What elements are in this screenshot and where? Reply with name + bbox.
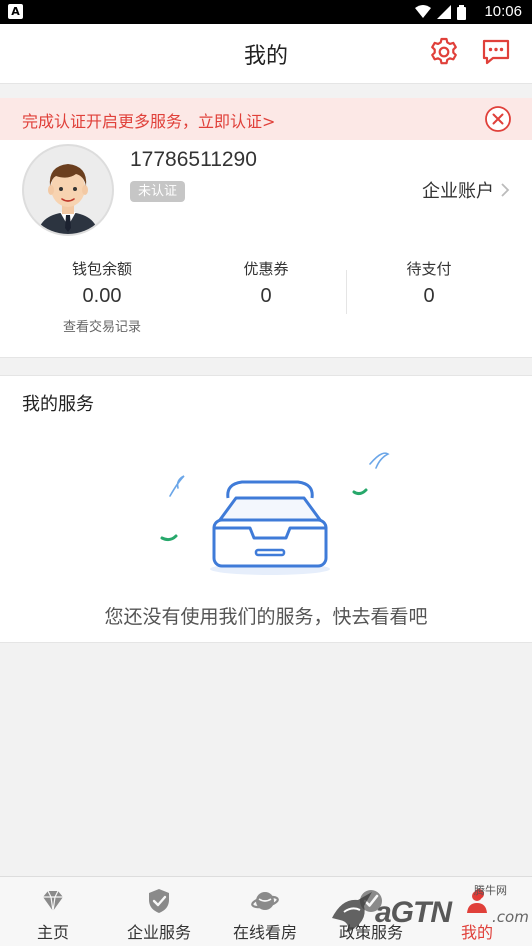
planet-icon xyxy=(251,892,279,910)
app-header: 我的 xyxy=(0,24,532,84)
diamond-icon xyxy=(43,890,63,912)
verification-banner[interactable]: 完成认证开启更多服务，立即认证> xyxy=(0,98,532,140)
divider xyxy=(346,270,347,314)
bottom-tab-bar: 主页 企业服务 在线看房 政策服务 我的 xyxy=(0,876,532,946)
status-icons xyxy=(415,4,466,20)
section-title: 我的服务 xyxy=(22,394,94,415)
tab-label: 主页 xyxy=(36,923,69,942)
pending-payment-stat[interactable]: 待支付 0 xyxy=(349,258,509,308)
tab-enterprise-services[interactable]: 企业服务 xyxy=(106,877,212,946)
stat-value: 0.00 xyxy=(82,285,122,307)
notification-dot xyxy=(474,889,484,899)
status-bar: A 10:06 xyxy=(0,0,532,24)
stat-label: 优惠券 xyxy=(243,260,289,278)
my-services-section: 我的服务 您还没有使用我们的服务，快去看看吧 xyxy=(0,375,532,643)
verify-status-badge: 未认证 xyxy=(130,181,186,202)
stat-label: 待支付 xyxy=(406,260,452,278)
tab-label: 在线看房 xyxy=(232,923,297,942)
tab-label: 政策服务 xyxy=(338,923,403,942)
tab-label: 企业服务 xyxy=(126,923,191,942)
clock: 10:06 xyxy=(484,3,522,20)
app-notification-icon: A xyxy=(8,4,23,19)
enterprise-account-label: 企业账户 xyxy=(422,181,494,202)
enterprise-account-link[interactable]: 企业账户 xyxy=(422,177,510,203)
check-badge-icon xyxy=(360,890,382,912)
user-phone: 17786511290 xyxy=(130,148,257,171)
avatar[interactable] xyxy=(22,144,114,236)
stat-value: 0 xyxy=(260,285,272,307)
verification-banner-text[interactable]: 完成认证开启更多服务，立即认证> xyxy=(22,108,275,132)
tab-mine[interactable]: 我的 xyxy=(424,877,530,946)
profile-card: 17786511290 未认证 企业账户 钱包余额 0.00 查看交易记录 优惠… xyxy=(0,140,532,358)
chevron-right-icon xyxy=(501,183,510,197)
shield-check-icon xyxy=(149,889,169,913)
avatar-image xyxy=(24,146,112,234)
tab-online-viewing[interactable]: 在线看房 xyxy=(212,877,318,946)
wifi-icon xyxy=(415,5,431,18)
battery-icon xyxy=(457,4,466,20)
stat-value: 0 xyxy=(423,285,435,307)
stat-label: 钱包余额 xyxy=(71,260,132,278)
coupon-stat[interactable]: 优惠券 0 xyxy=(186,258,346,308)
tab-label: 我的 xyxy=(460,923,493,942)
tab-policy-services[interactable]: 政策服务 xyxy=(318,877,424,946)
wallet-balance-stat[interactable]: 钱包余额 0.00 查看交易记录 xyxy=(22,258,182,335)
empty-state-text: 您还没有使用我们的服务，快去看看吧 xyxy=(104,606,428,628)
chat-bubble-icon[interactable] xyxy=(480,36,512,68)
transaction-history-link[interactable]: 查看交易记录 xyxy=(22,316,182,335)
tab-home[interactable]: 主页 xyxy=(0,877,106,946)
close-circle-icon[interactable] xyxy=(484,105,512,133)
signal-icon xyxy=(437,5,451,19)
gear-icon[interactable] xyxy=(428,36,460,68)
empty-inbox-icon xyxy=(160,452,390,575)
